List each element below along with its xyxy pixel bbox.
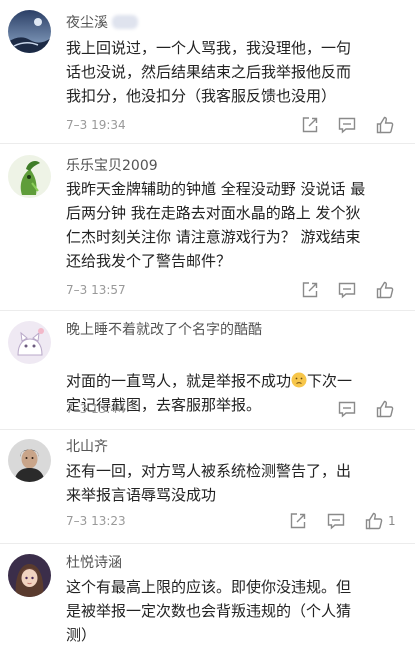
avatar[interactable] (8, 439, 51, 482)
share-icon (290, 513, 306, 529)
reply-button[interactable] (337, 399, 357, 419)
username[interactable]: 夜尘溪 (66, 14, 138, 32)
username[interactable]: 北山齐 (66, 438, 108, 456)
username[interactable]: 杜悦诗涵 (66, 554, 122, 572)
avatar[interactable] (8, 155, 51, 198)
username[interactable]: 晚上睡不着就改了个名字的酷酷 (66, 321, 262, 339)
comment-body: 我昨天金牌辅助的钟馗 全程没动野 没说话 最 后两分钟 我在走路去对面水晶的路上… (66, 180, 366, 270)
comment-actions: 1 (66, 511, 406, 531)
reply-button[interactable] (326, 511, 346, 531)
comment-meta: 7–3 13:57 (66, 280, 406, 300)
share-icon (302, 282, 318, 298)
share-button[interactable] (300, 280, 320, 300)
like-button[interactable] (375, 280, 395, 300)
reply-button[interactable] (337, 280, 357, 300)
comment-body: 还有一回，对方骂人被系统检测警告了，出 来举报言语辱骂没成功 (66, 462, 352, 504)
comment-actions (66, 399, 406, 419)
share-button[interactable] (288, 511, 308, 531)
comment-item: 晚上睡不着就改了个名字的酷酷 对面的一直骂人，就是举报不成功 下次一 定记得截图，去… (0, 311, 415, 430)
comment-icon (338, 401, 356, 418)
reply-button[interactable] (337, 115, 357, 135)
avatar[interactable] (8, 554, 51, 597)
avatar[interactable] (8, 10, 51, 53)
username-text: 夜尘溪 (66, 15, 108, 31)
share-button[interactable] (300, 115, 320, 135)
avatar[interactable] (8, 321, 51, 364)
username[interactable]: 乐乐宝贝2009 (66, 157, 158, 175)
comment-item: 夜尘溪 我上回说过，一个人骂我，我没理他，一句 话也没说，然后结果结束之后我举报… (0, 0, 415, 144)
like-icon (365, 512, 383, 530)
comment-text: 对面的一直骂人，就是举报不成功 (66, 372, 292, 390)
share-icon (302, 117, 318, 133)
comment-meta: 7–3 19:34 (66, 115, 406, 135)
avatar-man-portrait (8, 439, 51, 482)
comment-list: 夜尘溪 我上回说过，一个人骂我，我没理他，一句 话也没说，然后结果结束之后我举报… (0, 0, 415, 652)
comment-item: 乐乐宝贝2009 我昨天金牌辅助的钟馗 全程没动野 没说话 最 后两分钟 我在走… (0, 144, 415, 311)
comment-icon (338, 282, 356, 299)
like-button[interactable] (375, 399, 395, 419)
comment-icon (327, 513, 345, 530)
comment-actions (66, 280, 406, 300)
comment-body: 这个有最高上限的应该。即使你没违规。但 是被举报一定次数也会背叛违规的（个人猜 … (66, 578, 352, 644)
avatar-anime-girl (8, 554, 51, 597)
avatar-cat-illustration (8, 321, 51, 364)
comment-meta: 7–3 13:44 (66, 399, 406, 419)
blurred-badge (112, 15, 138, 29)
comment-item: 北山齐 还有一回，对方骂人被系统检测警告了，出 来举报言语辱骂没成功 7–3 1… (0, 430, 415, 544)
like-count: 1 (388, 514, 396, 528)
comment-body: 我上回说过，一个人骂我，我没理他，一句 话也没说，然后结果结束之后我举报他反而 … (66, 39, 352, 105)
comment-icon (338, 117, 356, 134)
comment-meta: 7–3 13:23 1 (66, 511, 406, 531)
avatar-green-character (8, 155, 51, 198)
comment-item: 杜悦诗涵 这个有最高上限的应该。即使你没违规。但 是被举报一定次数也会背叛违规的… (0, 544, 415, 652)
comment-actions (66, 115, 406, 135)
avatar-night-scene (8, 10, 51, 53)
like-icon (376, 400, 394, 418)
like-icon (376, 281, 394, 299)
like-button[interactable] (364, 511, 384, 531)
like-button[interactable] (375, 115, 395, 135)
sad-face-emoji-icon (291, 372, 307, 388)
like-icon (376, 116, 394, 134)
comment-text: 下次一 (307, 372, 353, 390)
